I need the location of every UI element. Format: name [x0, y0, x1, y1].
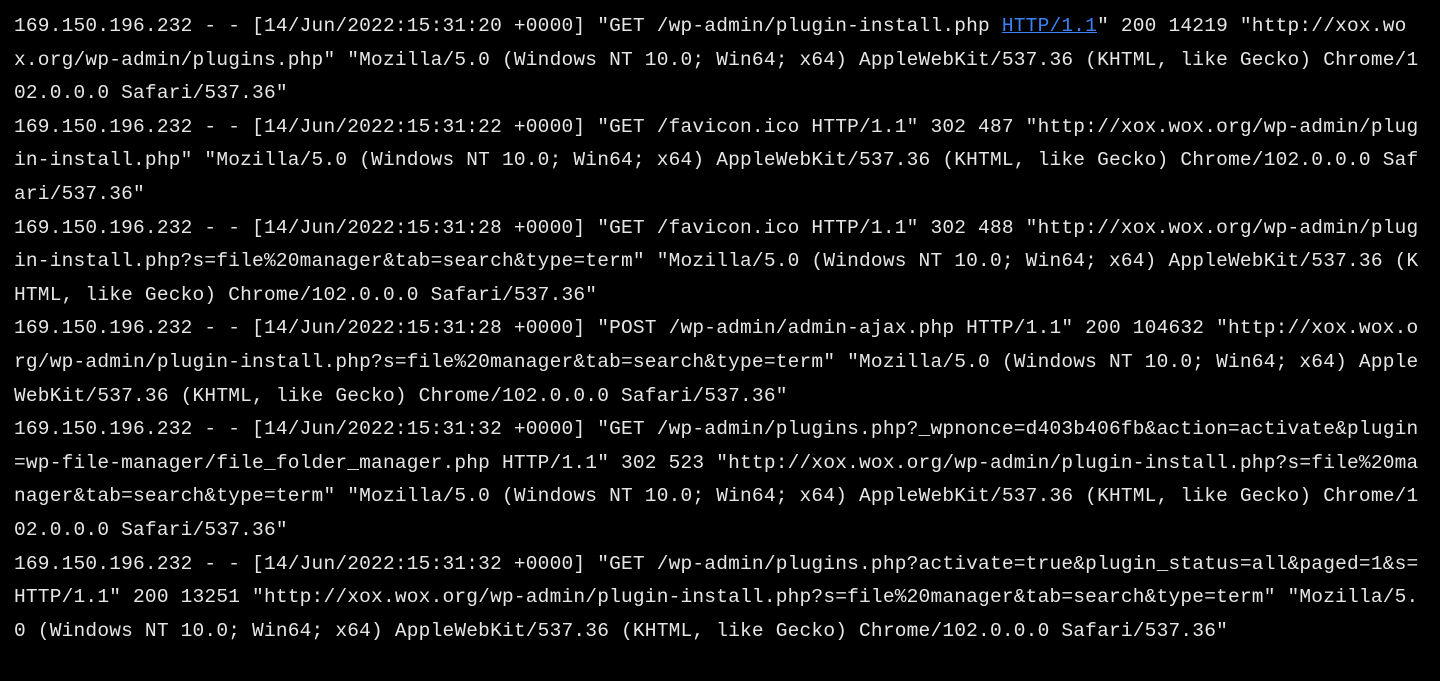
log-entry: 169.150.196.232 - - [14/Jun/2022:15:31:3… — [14, 553, 1430, 642]
log-entry: 169.150.196.232 - - [14/Jun/2022:15:31:2… — [14, 217, 1418, 306]
terminal-output[interactable]: 169.150.196.232 - - [14/Jun/2022:15:31:2… — [0, 0, 1440, 681]
http-version-link[interactable]: HTTP/1.1 — [1002, 15, 1097, 37]
log-text-pre: 169.150.196.232 - - [14/Jun/2022:15:31:2… — [14, 15, 1002, 37]
log-entry: 169.150.196.232 - - [14/Jun/2022:15:31:3… — [14, 418, 1418, 541]
log-entry: 169.150.196.232 - - [14/Jun/2022:15:31:2… — [14, 15, 1418, 104]
log-entry: 169.150.196.232 - - [14/Jun/2022:15:31:2… — [14, 317, 1418, 406]
log-entry: 169.150.196.232 - - [14/Jun/2022:15:31:2… — [14, 116, 1418, 205]
